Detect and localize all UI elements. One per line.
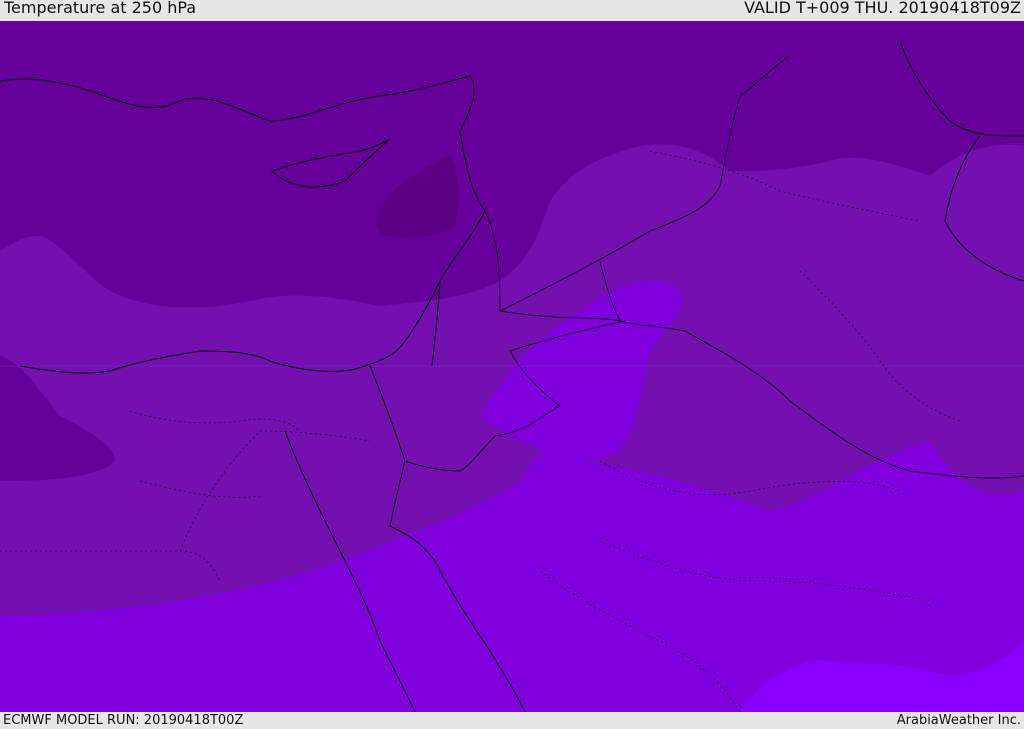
model-run-label: ECMWF MODEL RUN: 20190418T00Z [3, 713, 244, 728]
weather-map[interactable] [0, 21, 1024, 712]
credit-label: ArabiaWeather Inc. [896, 713, 1021, 728]
valid-time: VALID T+009 THU. 20190418T09Z [744, 0, 1021, 17]
footer-bar: ECMWF MODEL RUN: 20190418T00Z ArabiaWeat… [0, 712, 1024, 729]
temperature-field-map [0, 21, 1024, 712]
map-title: Temperature at 250 hPa [4, 0, 197, 17]
header-bar: Temperature at 250 hPa VALID T+009 THU. … [0, 0, 1024, 21]
